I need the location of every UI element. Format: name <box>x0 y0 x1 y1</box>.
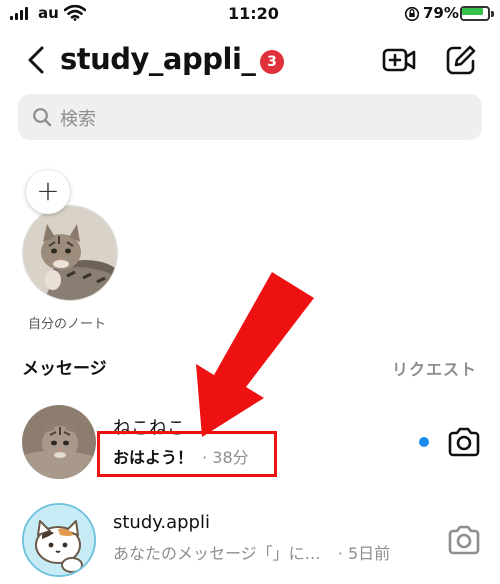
last-message: あなたのメッセージ「」に… <box>113 544 321 563</box>
orientation-lock-icon <box>404 6 420 22</box>
unread-dot <box>419 437 429 447</box>
carrier-label: au <box>38 4 59 22</box>
add-note-button[interactable]: + <box>26 170 70 214</box>
search-icon <box>33 108 52 127</box>
requests-link[interactable]: リクエスト <box>392 356 477 380</box>
avatar <box>22 503 96 577</box>
compose-icon[interactable] <box>445 44 477 76</box>
clock-time: 11:20 <box>228 4 279 23</box>
messages-section-title: メッセージ <box>22 359 107 379</box>
video-call-icon[interactable] <box>382 44 416 76</box>
notification-badge: 3 <box>260 50 284 74</box>
battery-icon <box>460 6 496 22</box>
conversation-preview: あなたのメッセージ「」に… · 5日前 <box>113 540 423 564</box>
battery-percent: 79% <box>423 4 459 22</box>
camera-icon[interactable] <box>447 525 481 555</box>
wifi-icon <box>64 5 86 21</box>
search-placeholder: 検索 <box>60 109 96 130</box>
signal-icon <box>10 6 30 20</box>
status-bar: au 11:20 79% <box>0 0 500 34</box>
message-time: · 5日前 <box>337 544 391 563</box>
highlight-box-annotation <box>97 431 277 477</box>
camera-icon[interactable] <box>447 427 481 457</box>
conversation-name: study.appli <box>113 512 210 533</box>
my-note-avatar[interactable] <box>22 205 118 301</box>
avatar <box>22 405 96 479</box>
my-note-label: 自分のノート <box>28 317 107 332</box>
conversation-row[interactable]: study.appli あなたのメッセージ「」に… · 5日前 <box>0 498 500 578</box>
back-chevron-icon[interactable] <box>26 46 46 74</box>
battery-fill <box>462 8 483 15</box>
page-title[interactable]: study_appli_ <box>60 42 256 76</box>
search-bar[interactable]: 検索 <box>18 94 482 140</box>
